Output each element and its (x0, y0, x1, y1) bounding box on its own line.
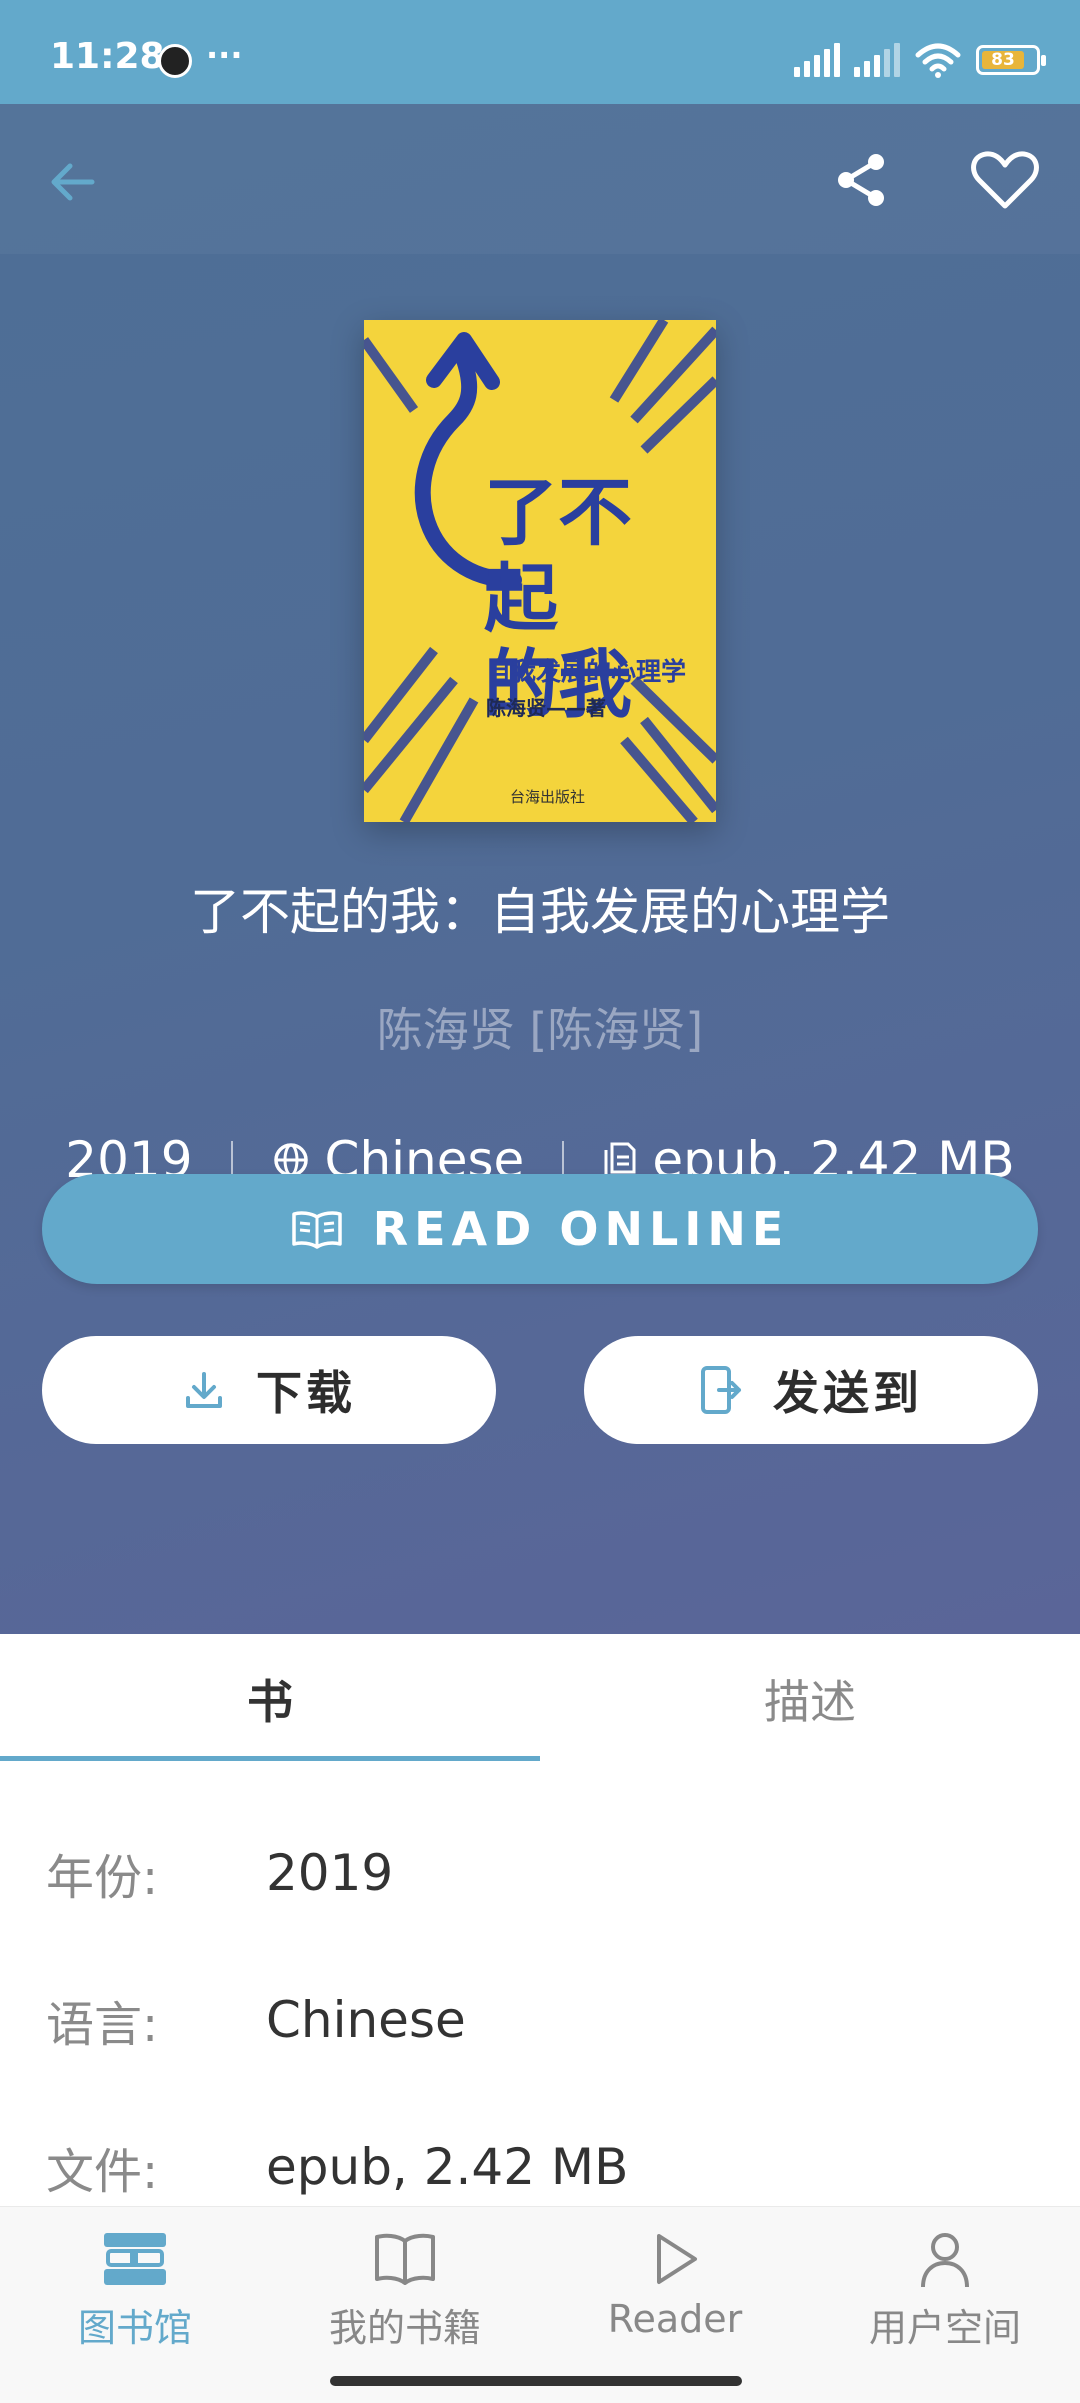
detail-row-year: 年份: 2019 (46, 1838, 1046, 1908)
download-button[interactable]: 下载 (42, 1336, 496, 1444)
status-icons: 83 (794, 40, 1046, 80)
heart-icon (971, 151, 1039, 209)
year-value: 2019 (266, 1844, 394, 1902)
language-value: Chinese (266, 1991, 466, 2049)
status-bar: 11:28 ··· 83 (0, 0, 1080, 104)
nav-user-space[interactable]: 用户空间 (810, 2227, 1080, 2357)
clock-app-icon (158, 44, 192, 78)
file-label: 文件: (46, 2144, 159, 2200)
home-indicator[interactable] (330, 2376, 742, 2386)
cover-author: 陈海贤——著 (486, 696, 606, 720)
bottom-navigation: 图书馆 我的书籍 Reader 用户空间 (0, 2206, 1080, 2403)
detail-tabs: 书 描述 (0, 1634, 1080, 1764)
library-icon (97, 2227, 173, 2291)
cover-subtitle: 自我发展的心理学 (486, 657, 687, 686)
read-online-label: READ ONLINE (372, 1202, 790, 1256)
user-icon (907, 2227, 983, 2291)
nav-library[interactable]: 图书馆 (0, 2227, 270, 2357)
top-app-bar (0, 104, 1080, 254)
read-online-button[interactable]: READ ONLINE (42, 1174, 1038, 1284)
file-value: epub, 2.42 MB (266, 2138, 629, 2196)
play-icon (637, 2227, 713, 2291)
back-button[interactable] (40, 152, 110, 212)
book-icon (367, 2227, 443, 2291)
share-button[interactable] (830, 148, 894, 212)
nav-reader-label: Reader (607, 2297, 743, 2341)
book-author[interactable]: 陈海贤 [陈海贤] (0, 994, 1080, 1060)
battery-level: 83 (982, 50, 1024, 70)
detail-row-language: 语言: Chinese (46, 1985, 1046, 2055)
tab-description[interactable]: 描述 (540, 1634, 1080, 1764)
nav-library-label: 图书馆 (77, 2306, 192, 2350)
book-hero: 了不起 的我 自我发展的心理学 陈海贤——著 台海出版社 了不起的我：自我发展的… (0, 104, 1080, 1634)
nav-my-books-label: 我的书籍 (328, 2306, 481, 2350)
cell-signal-icon-2 (854, 43, 900, 77)
nav-my-books[interactable]: 我的书籍 (270, 2227, 540, 2357)
status-more-dots: ··· (206, 36, 243, 74)
download-label: 下载 (256, 1366, 356, 1420)
cover-title-line1: 了不起 (484, 470, 632, 642)
cover-publisher: 台海出版社 (510, 788, 586, 806)
nav-user-space-label: 用户空间 (868, 2306, 1021, 2350)
active-tab-indicator (0, 1756, 540, 1761)
book-cover[interactable]: 了不起 的我 自我发展的心理学 陈海贤——著 台海出版社 (364, 320, 716, 822)
battery-icon: 83 (976, 45, 1046, 75)
download-icon (186, 1372, 222, 1408)
tab-book[interactable]: 书 (0, 1634, 540, 1764)
book-title: 了不起的我：自我发展的心理学 (190, 883, 890, 941)
arrow-left-icon (51, 163, 95, 201)
wifi-icon (915, 43, 961, 78)
favorite-button[interactable] (970, 148, 1040, 212)
open-book-icon (291, 1211, 342, 1249)
detail-row-file: 文件: epub, 2.42 MB (46, 2132, 1046, 2202)
send-to-device-icon (701, 1366, 741, 1414)
nav-reader[interactable]: Reader (540, 2227, 810, 2357)
year-label: 年份: (46, 1850, 159, 1906)
cover-title: 了不起 的我 (484, 470, 704, 728)
status-time: 11:28 (50, 36, 165, 77)
send-to-button[interactable]: 发送到 (584, 1336, 1038, 1444)
share-icon (838, 154, 884, 206)
cell-signal-icon (794, 43, 840, 77)
language-label: 语言: (46, 1997, 159, 2053)
send-to-label: 发送到 (773, 1366, 923, 1420)
